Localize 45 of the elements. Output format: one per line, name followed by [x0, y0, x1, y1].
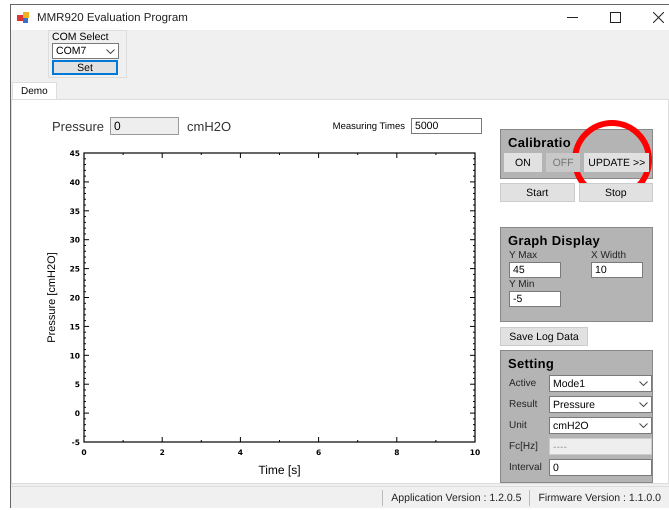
measuring-times-label: Measuring Times [332, 120, 405, 132]
chevron-icon [639, 423, 648, 428]
input-field[interactable]: 45 [509, 262, 561, 278]
input-field[interactable]: 0 [549, 459, 652, 476]
setting-label: Interval [509, 462, 543, 473]
input-field[interactable]: 10 [591, 262, 643, 278]
calibration-button[interactable]: UPDATE >> [584, 153, 649, 172]
start-button[interactable]: Start [500, 183, 574, 202]
chevron-icon [106, 48, 115, 54]
x-axis-title: Time [s] [258, 463, 301, 477]
chevron-icon [639, 402, 648, 407]
status-text: Application Version : 1.2.0.5 [382, 490, 530, 506]
setting-dropdown[interactable]: Pressure [549, 396, 652, 413]
set-button[interactable]: Set [52, 60, 118, 75]
window-title: MMR920 Evaluation Program [37, 12, 188, 24]
setting-dropdown[interactable]: Mode1 [549, 375, 652, 392]
pressure-unit: cmH2O [187, 118, 232, 134]
app-icon [17, 12, 29, 23]
setting-dropdown[interactable]: cmH2O [549, 417, 652, 434]
setting-label: Active [509, 378, 538, 389]
setting-label: Unit [509, 420, 528, 431]
panel-title: Calibratio [508, 135, 572, 150]
tab[interactable]: Demo [12, 82, 57, 99]
close-icon[interactable] [653, 12, 664, 23]
calibration-button[interactable]: ON [504, 153, 542, 172]
setting-label: Fc[Hz] [509, 441, 539, 452]
com-select-label: COM Select [52, 31, 110, 43]
setting-label: Result [509, 399, 538, 410]
com-port-dropdown[interactable]: COM7 [52, 43, 119, 59]
save-log-button[interactable]: Save Log Data [500, 327, 588, 346]
measuring-times-field[interactable]: 5000 [411, 118, 482, 134]
pressure-field: 0 [110, 117, 180, 135]
readonly-field[interactable]: ---- [549, 438, 652, 455]
field-label: X Width [591, 250, 628, 262]
status-text: Firmware Version : 1.1.0.0 [529, 490, 669, 506]
input-field[interactable]: -5 [509, 291, 561, 307]
y-axis-title: Pressure [cmH2O] [46, 252, 58, 343]
panel-title: Setting [508, 356, 556, 371]
pressure-label: Pressure [52, 118, 104, 134]
field-label: Y Min [509, 279, 536, 291]
maximize-icon[interactable] [610, 12, 621, 23]
panel-title: Graph Display [508, 233, 602, 248]
field-label: Y Max [509, 250, 538, 262]
stop-button[interactable]: Stop [578, 183, 653, 202]
chevron-icon [639, 381, 648, 386]
